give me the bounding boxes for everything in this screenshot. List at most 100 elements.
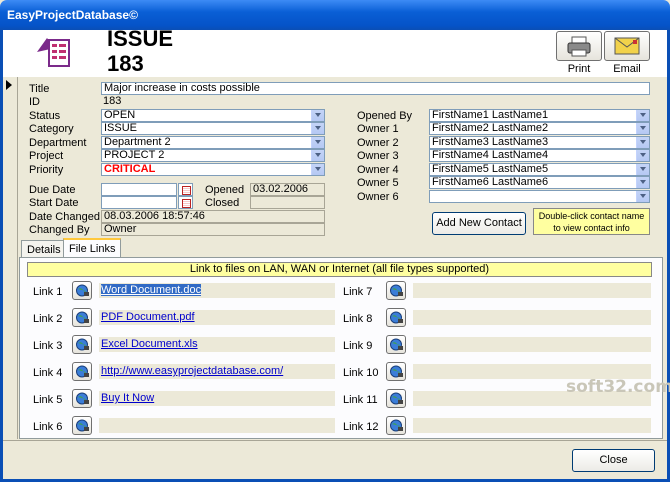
title-field[interactable]: Major increase in costs possible [101, 82, 650, 95]
chevron-down-icon[interactable] [636, 137, 649, 148]
chevron-down-icon[interactable] [311, 110, 324, 121]
chevron-down-icon[interactable] [636, 150, 649, 161]
globe-icon[interactable] [386, 281, 406, 300]
envelope-icon [614, 37, 640, 55]
globe-icon[interactable] [72, 308, 92, 327]
link-field[interactable] [99, 418, 335, 433]
chevron-down-icon[interactable] [636, 110, 649, 121]
owner-4-select[interactable]: FirstName5 LastName5 [429, 163, 650, 176]
globe-icon[interactable] [386, 362, 406, 381]
start-date-label: Start Date [29, 197, 79, 209]
owner-6-select[interactable] [429, 190, 650, 203]
link-field[interactable] [413, 283, 651, 298]
department-value: Department 2 [104, 136, 171, 148]
globe-icon[interactable] [72, 416, 92, 435]
globe-icon[interactable] [72, 281, 92, 300]
owner-5-label: Owner 5 [357, 177, 399, 189]
owner-5-value: FirstName6 LastName6 [432, 176, 549, 188]
globe-icon[interactable] [386, 389, 406, 408]
link-value[interactable]: Word Document.doc [101, 284, 202, 296]
tab-file-links[interactable]: File Links [63, 238, 122, 258]
department-select[interactable]: Department 2 [101, 136, 325, 149]
link-label: Link 3 [33, 340, 63, 352]
opened-by-value: FirstName1 LastName1 [432, 109, 549, 121]
chevron-down-icon[interactable] [636, 177, 649, 188]
record-heading: ISSUE 183 [107, 26, 173, 76]
due-date-label: Due Date [29, 184, 76, 196]
chevron-down-icon[interactable] [311, 123, 324, 134]
category-select[interactable]: ISSUE [101, 122, 325, 135]
link-value[interactable]: Excel Document.xls [101, 338, 198, 350]
opened-by-select[interactable]: FirstName1 LastName1 [429, 109, 650, 122]
globe-icon[interactable] [386, 308, 406, 327]
status-select[interactable]: OPEN [101, 109, 325, 122]
watermark: soft32.com [566, 377, 670, 397]
priority-label: Priority [29, 164, 64, 176]
issue-number: 183 [107, 51, 144, 76]
owner-4-label: Owner 4 [357, 164, 399, 176]
opened-value: 03.02.2006 [250, 183, 325, 196]
link-value[interactable]: PDF Document.pdf [101, 311, 195, 323]
add-new-contact-button[interactable]: Add New Contact [432, 212, 526, 235]
record-header: ISSUE 183 Print Email [3, 26, 667, 77]
owner-2-label: Owner 2 [357, 137, 399, 149]
links-banner: Link to files on LAN, WAN or Internet (a… [27, 262, 652, 277]
calendar-icon[interactable] [178, 183, 193, 196]
link-field[interactable] [413, 337, 651, 352]
title-label: Title [29, 83, 50, 95]
owner-2-value: FirstName3 LastName3 [432, 136, 549, 148]
link-field[interactable]: Buy It Now [99, 391, 335, 406]
owner-5-select[interactable]: FirstName6 LastName6 [429, 176, 650, 189]
link-value[interactable]: http://www.easyprojectdatabase.com/ [101, 365, 283, 377]
link-label: Link 2 [33, 313, 63, 325]
calendar-icon[interactable] [178, 196, 193, 209]
owner-2-select[interactable]: FirstName3 LastName3 [429, 136, 650, 149]
chevron-down-icon[interactable] [636, 123, 649, 134]
link-label: Link 11 [343, 394, 378, 406]
globe-icon[interactable] [386, 335, 406, 354]
category-label: Category [29, 123, 74, 135]
record-selector[interactable] [3, 77, 18, 439]
link-label: Link 7 [343, 286, 373, 298]
chevron-down-icon[interactable] [311, 137, 324, 148]
owner-1-label: Owner 1 [357, 123, 399, 135]
close-button[interactable]: Close [572, 449, 655, 472]
link-field[interactable] [413, 418, 651, 433]
project-select[interactable]: PROJECT 2 [101, 149, 325, 162]
printer-icon [567, 36, 591, 57]
status-value: OPEN [104, 109, 136, 121]
due-date-field[interactable] [101, 183, 177, 196]
chevron-down-icon[interactable] [311, 150, 324, 161]
tab-details[interactable]: Details [21, 240, 67, 258]
email-button[interactable] [604, 31, 650, 61]
globe-icon[interactable] [386, 416, 406, 435]
closed-label: Closed [205, 197, 240, 209]
owner-3-select[interactable]: FirstName4 LastName4 [429, 149, 650, 162]
app-logo-icon [33, 30, 77, 70]
chevron-down-icon[interactable] [311, 164, 324, 175]
globe-icon[interactable] [72, 389, 92, 408]
link-field[interactable] [413, 310, 651, 325]
link-field[interactable]: http://www.easyprojectdatabase.com/ [99, 364, 335, 379]
print-button[interactable] [556, 31, 602, 61]
start-date-field[interactable] [101, 196, 177, 209]
priority-select[interactable]: CRITICAL [101, 163, 325, 176]
chevron-down-icon[interactable] [636, 164, 649, 175]
link-field[interactable]: Word Document.doc [99, 283, 335, 298]
owner-1-select[interactable]: FirstName2 LastName2 [429, 122, 650, 135]
globe-icon[interactable] [72, 335, 92, 354]
link-label: Link 4 [33, 367, 63, 379]
window-titlebar[interactable]: EasyProjectDatabase© [0, 0, 670, 30]
print-label: Print [567, 63, 591, 75]
link-value[interactable]: Buy It Now [101, 392, 154, 404]
link-field[interactable]: Excel Document.xls [99, 337, 335, 352]
department-label: Department [29, 137, 87, 149]
chevron-down-icon[interactable] [636, 191, 649, 202]
owner-1-value: FirstName2 LastName2 [432, 122, 549, 134]
status-label: Status [29, 110, 61, 122]
contact-hint: Double-click contact name to view contac… [533, 208, 650, 235]
category-value: ISSUE [104, 122, 138, 134]
globe-icon[interactable] [72, 362, 92, 381]
link-field[interactable]: PDF Document.pdf [99, 310, 335, 325]
changed-by-label: Changed By [29, 224, 90, 236]
